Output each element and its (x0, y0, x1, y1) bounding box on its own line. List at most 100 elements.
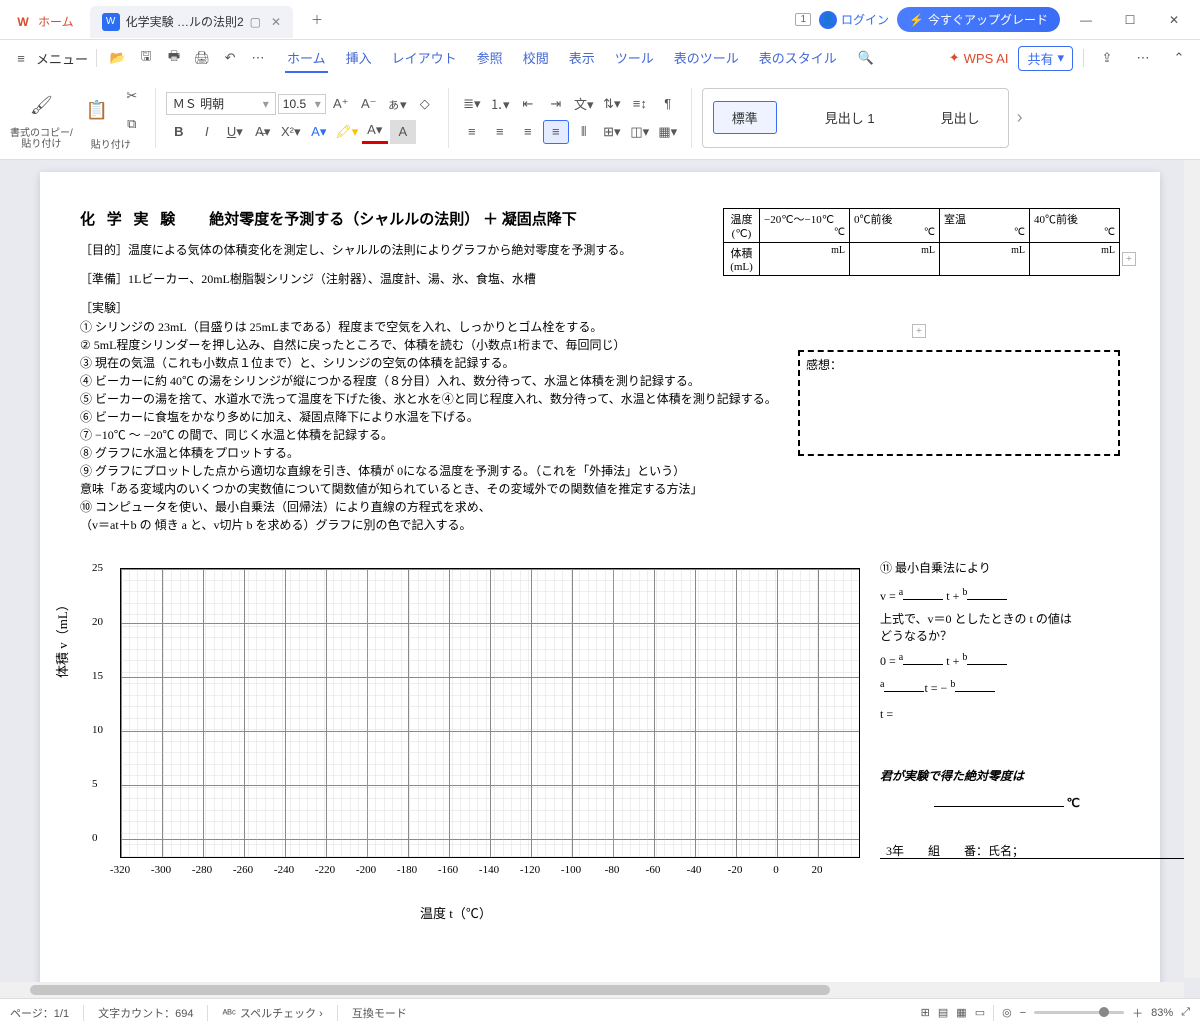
italic-icon[interactable]: I (194, 120, 220, 144)
copy-icon[interactable]: ⧉ (119, 112, 145, 136)
clear-format-icon[interactable]: ◇ (412, 92, 438, 116)
menu-label[interactable]: メニュー (36, 49, 88, 68)
menutab-view[interactable]: 表示 (567, 44, 597, 73)
export-icon[interactable]: ⇪ (1094, 45, 1120, 71)
wpsai-button[interactable]: ✦ WPS AI (949, 50, 1009, 66)
share-button[interactable]: 共有 ▾ (1018, 46, 1073, 71)
view-web-icon[interactable]: ⊞ (921, 1006, 930, 1019)
distribute-icon[interactable]: ⫴ (571, 120, 597, 144)
tab-preview-icon[interactable]: ▢ (250, 15, 261, 29)
add-row-icon[interactable]: + (912, 324, 926, 338)
document-viewport[interactable]: 化 学 実 験 絶対零度を予測する（シャルルの法則） ＋ 凝固点降下 ［目的］温… (0, 160, 1200, 998)
open-icon[interactable]: 📂 (105, 45, 131, 71)
borders-icon[interactable]: ▦▾ (655, 120, 681, 144)
font-name-select[interactable]: ＭＳ 明朝▾ (166, 92, 276, 115)
table-cell[interactable]: mL (760, 243, 850, 276)
collapse-ribbon-icon[interactable]: ⌃ (1166, 45, 1192, 71)
horizontal-scrollbar[interactable] (0, 982, 1184, 998)
bullets-icon[interactable]: ≣▾ (459, 92, 485, 116)
align-justify-icon[interactable]: ≡ (543, 120, 569, 144)
data-table[interactable]: 温度 (℃) −20℃〜−10℃℃ 0℃前後℃ 室温℃ 40℃前後℃ 体積 (m… (723, 208, 1120, 276)
zoom-slider[interactable] (1034, 1011, 1124, 1014)
search-icon[interactable]: 🔍 (853, 45, 879, 71)
bold-icon[interactable]: B (166, 120, 192, 144)
zoom-in-icon[interactable]: ＋ (1132, 1005, 1143, 1021)
table-cell[interactable]: mL (850, 243, 940, 276)
highlight-icon[interactable]: 🖍▾ (334, 120, 360, 144)
align-right-icon[interactable]: ≡ (515, 120, 541, 144)
line-spacing-icon[interactable]: ≡↕ (627, 92, 653, 116)
word-doc-icon: W (102, 13, 120, 31)
new-tab-button[interactable]: ＋ (303, 6, 331, 34)
undo-icon[interactable]: ↶ (217, 45, 243, 71)
font-color-icon[interactable]: A▾ (362, 120, 388, 144)
more-menu-icon[interactable]: ⋯ (1130, 45, 1156, 71)
table-cell[interactable]: mL (1030, 243, 1120, 276)
text-direction-icon[interactable]: 文▾ (571, 92, 597, 116)
scroll-right-icon[interactable]: › (1013, 107, 1027, 128)
zoom-out-icon[interactable]: − (1020, 1007, 1026, 1019)
impressions-box[interactable]: 感想： (798, 350, 1120, 456)
decrease-indent-icon[interactable]: ⇤ (515, 92, 541, 116)
tab-close-icon[interactable]: ✕ (271, 15, 281, 29)
upgrade-button[interactable]: ⚡ 今すぐアップグレード (897, 7, 1060, 32)
menutab-home[interactable]: ホーム (285, 44, 328, 73)
status-compat[interactable]: 互換モード (352, 1005, 407, 1021)
text-effect-icon[interactable]: A▾ (306, 120, 332, 144)
print-quick-icon[interactable]: 🖶 (161, 45, 187, 71)
login-button[interactable]: 👤 ログイン (819, 11, 889, 29)
show-marks-icon[interactable]: ¶ (655, 92, 681, 116)
menutab-tabletool[interactable]: 表のツール (672, 44, 741, 73)
minimize-button[interactable]: ― (1068, 4, 1104, 36)
tab-home[interactable]: W ホーム (2, 6, 86, 38)
save-icon[interactable]: 🖫 (133, 45, 159, 71)
view-read-icon[interactable]: ▭ (975, 1006, 985, 1019)
style-heading1[interactable]: 見出し 1 (807, 102, 893, 133)
menutab-reference[interactable]: 参照 (475, 44, 505, 73)
cut-icon[interactable]: ✂ (119, 84, 145, 108)
status-spellcheck[interactable]: ᴬᴮᶜスペルチェック › (222, 1005, 322, 1021)
zoom-value[interactable]: 83% (1151, 1007, 1173, 1019)
focus-mode-icon[interactable]: ◎ (1002, 1006, 1012, 1019)
menutab-review[interactable]: 校閲 (521, 44, 551, 73)
more-qat-icon[interactable]: ⋯ (245, 45, 271, 71)
change-case-icon[interactable]: ぁ▾ (384, 92, 410, 116)
table-cell[interactable]: mL (940, 243, 1030, 276)
view-outline-icon[interactable]: ▦ (956, 1006, 966, 1019)
fit-page-icon[interactable]: ⤢ (1181, 1006, 1190, 1019)
add-column-icon[interactable]: + (1122, 252, 1136, 266)
menutab-layout[interactable]: レイアウト (390, 44, 459, 73)
superscript-icon[interactable]: X²▾ (278, 120, 304, 144)
snap-icon[interactable]: ⊞▾ (599, 120, 625, 144)
paste-icon[interactable]: 📋 (77, 90, 117, 130)
vertical-scrollbar[interactable] (1184, 160, 1200, 978)
tab-document[interactable]: W 化学実験 …ルの法則2 ▢ ✕ (90, 6, 293, 38)
style-normal[interactable]: 標準 (713, 101, 777, 134)
sort-icon[interactable]: ⇅▾ (599, 92, 625, 116)
shading-icon[interactable]: A (390, 120, 416, 144)
align-center-icon[interactable]: ≡ (487, 120, 513, 144)
print-preview-icon[interactable]: 🖨 (189, 45, 215, 71)
close-button[interactable]: ✕ (1156, 4, 1192, 36)
numbering-icon[interactable]: ⒈▾ (487, 92, 513, 116)
align-left-icon[interactable]: ≡ (459, 120, 485, 144)
font-size-select[interactable]: 10.5▾ (278, 94, 326, 114)
strike-icon[interactable]: A̶▾ (250, 120, 276, 144)
status-wordcount[interactable]: 文字カウント：694 (98, 1005, 193, 1021)
menutab-insert[interactable]: 挿入 (344, 44, 374, 73)
grow-font-icon[interactable]: A⁺ (328, 92, 354, 116)
format-painter-icon[interactable]: 🖌 (21, 86, 61, 126)
window-mode-icon[interactable]: 1 (795, 13, 811, 26)
underline-icon[interactable]: U▾ (222, 120, 248, 144)
view-print-icon[interactable]: ▤ (938, 1006, 948, 1019)
para-shading-icon[interactable]: ◫▾ (627, 120, 653, 144)
hamburger-icon[interactable]: ≡ (8, 45, 34, 71)
increase-indent-icon[interactable]: ⇥ (543, 92, 569, 116)
maximize-button[interactable]: ☐ (1112, 4, 1148, 36)
status-page[interactable]: ページ：1/1 (10, 1005, 69, 1021)
menutab-tablestyle[interactable]: 表のスタイル (757, 44, 839, 73)
style-heading2[interactable]: 見出し (923, 102, 998, 133)
shrink-font-icon[interactable]: A⁻ (356, 92, 382, 116)
styles-gallery[interactable]: 標準 見出し 1 見出し (702, 88, 1009, 148)
menutab-tool[interactable]: ツール (613, 44, 656, 73)
